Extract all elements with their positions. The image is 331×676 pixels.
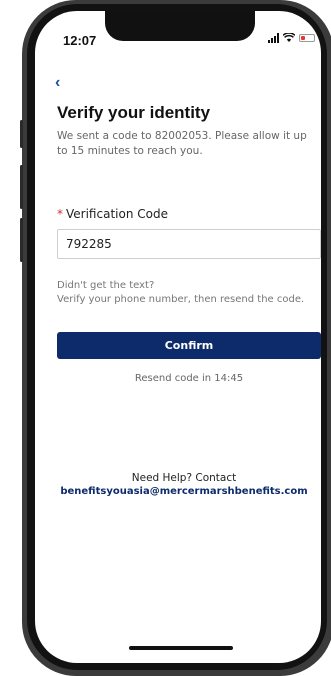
phone-side-button bbox=[20, 218, 23, 262]
help-text-line2: Verify your phone number, then resend th… bbox=[57, 294, 305, 305]
battery-icon bbox=[299, 34, 315, 42]
page-subtitle: We sent a code to 82002053. Please allow… bbox=[57, 130, 307, 157]
phone-side-button bbox=[20, 120, 23, 148]
support-email-link[interactable]: benefitsyouasia@mercermarshbenefits.com bbox=[45, 486, 321, 497]
help-text-line1: Didn't get the text? bbox=[57, 280, 155, 291]
signal-icon bbox=[268, 33, 279, 43]
phone-side-button bbox=[20, 165, 23, 209]
status-icons bbox=[268, 33, 315, 43]
phone-notch bbox=[105, 11, 255, 41]
required-mark: * bbox=[57, 207, 63, 221]
resend-code-timer: Resend code in 14:45 bbox=[134, 373, 244, 384]
status-time: 12:07 bbox=[63, 33, 97, 48]
field-label-text: Verification Code bbox=[66, 207, 168, 221]
back-button[interactable]: ‹ bbox=[55, 74, 60, 92]
home-indicator bbox=[129, 646, 233, 650]
verification-code-label: * Verification Code bbox=[57, 207, 168, 221]
page-title: Verify your identity bbox=[57, 103, 211, 122]
wifi-icon bbox=[283, 33, 295, 42]
confirm-button[interactable]: Confirm bbox=[57, 332, 321, 359]
verification-code-input[interactable] bbox=[57, 229, 321, 259]
help-text: Didn't get the text? Verify your phone n… bbox=[57, 279, 321, 307]
support-help-text: Need Help? Contact bbox=[131, 472, 237, 484]
phone-screen: 12:07 ‹ Verify your identity We sent a c… bbox=[35, 11, 321, 663]
